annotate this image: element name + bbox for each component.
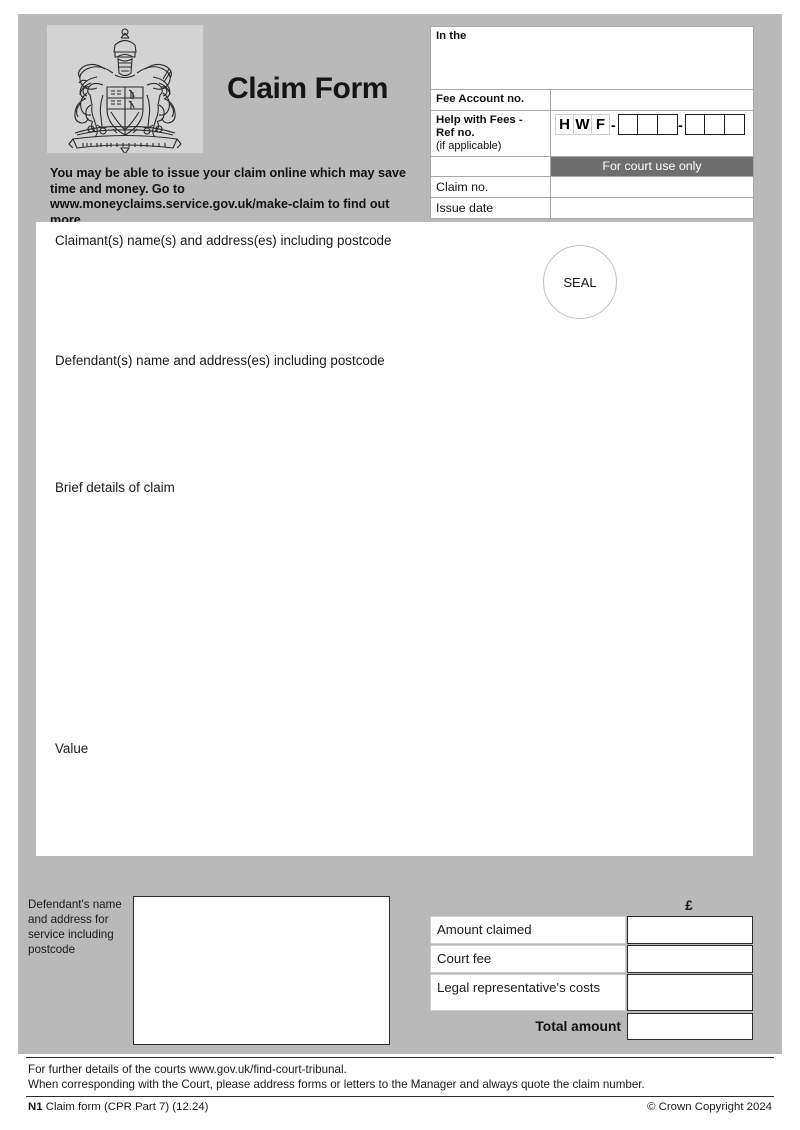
hwf-group-2 [684, 114, 745, 135]
hwf-applicable-note: (if applicable) [436, 140, 502, 152]
legal-costs-row: Legal representative's costs [430, 974, 753, 1011]
help-with-fees-row: Help with Fees - Ref no. (if applicable)… [430, 110, 754, 157]
court-fee-row: Court fee [430, 945, 753, 973]
court-use-row: For court use only [430, 156, 754, 177]
issue-date-label-cell: Issue date [430, 197, 551, 219]
claim-no-value-cell[interactable] [550, 176, 754, 198]
hwf-input-2-2[interactable] [704, 114, 726, 135]
footer-divider-top [26, 1057, 774, 1058]
brief-details-label: Brief details of claim [55, 480, 175, 495]
hwf-letter-h: H [555, 114, 574, 135]
issue-date-value-cell[interactable] [550, 197, 754, 219]
hwf-letter-w: W [573, 114, 592, 135]
fee-account-label-cell: Fee Account no. [430, 89, 551, 111]
issue-date-label: Issue date [436, 201, 494, 215]
help-with-fees-label-cell: Help with Fees - Ref no. (if applicable) [430, 110, 551, 157]
copyright-notice: © Crown Copyright 2024 [647, 1101, 772, 1113]
issue-date-value [551, 198, 753, 218]
total-amount-row: Total amount [430, 1013, 753, 1040]
fee-account-value-cell[interactable] [550, 89, 754, 111]
court-details-table: In the Fee Account no. Help with Fees - … [430, 26, 754, 219]
for-court-use-only-banner: For court use only [551, 157, 753, 176]
claim-no-row: Claim no. [430, 176, 754, 198]
footer-guidance: For further details of the courts www.go… [28, 1062, 645, 1092]
hwf-dash-2: - [678, 116, 683, 133]
court-seal-placeholder: SEAL [543, 245, 617, 319]
claimant-details-label: Claimant(s) name(s) and address(es) incl… [55, 233, 392, 248]
amount-claimed-label: Amount claimed [430, 916, 626, 944]
footer-divider-bottom [26, 1096, 774, 1097]
legal-costs-label: Legal representative's costs [430, 974, 626, 1011]
fee-account-value [551, 90, 753, 110]
defendant-service-address-input[interactable] [133, 896, 390, 1045]
hwf-input-2-3[interactable] [723, 114, 745, 135]
total-amount-label: Total amount [535, 1019, 621, 1034]
court-use-blank-cell [430, 156, 551, 177]
issue-date-row: Issue date [430, 197, 754, 219]
page-title: Claim Form [227, 72, 389, 105]
hwf-input-1-1[interactable] [617, 114, 639, 135]
claim-no-label-cell: Claim no. [430, 176, 551, 198]
claim-no-value [551, 177, 753, 197]
defendant-service-address-label: Defendant's name and address for service… [28, 898, 122, 956]
footer-line-1: For further details of the courts www.go… [28, 1063, 347, 1076]
in-the-label: In the [436, 30, 467, 42]
form-description: Claim form (CPR Part 7) (12.24) [45, 1101, 209, 1113]
form-code: N1 [28, 1101, 43, 1113]
hwf-reference-boxes: H W F - - [551, 111, 753, 138]
defendant-details-label: Defendant(s) name and address(es) includ… [55, 353, 385, 368]
court-fee-input[interactable] [627, 945, 753, 973]
fee-account-row: Fee Account no. [430, 89, 754, 111]
amount-claimed-input[interactable] [627, 916, 753, 944]
amount-claimed-row: Amount claimed [430, 916, 753, 944]
hwf-letter-f: F [591, 114, 610, 135]
total-amount-input[interactable] [627, 1013, 753, 1040]
main-form-panel: Claimant(s) name(s) and address(es) incl… [36, 222, 753, 856]
amounts-table: Amount claimed Court fee Legal represent… [430, 916, 753, 1040]
in-the-cell[interactable]: In the [430, 26, 754, 90]
court-use-banner-cell: For court use only [550, 156, 754, 177]
claim-form-page: Claim Form You may be able to issue your… [0, 0, 800, 1130]
value-label: Value [55, 741, 89, 756]
hwf-dash-1: - [611, 116, 616, 133]
hwf-label-line2: Ref no. [436, 127, 475, 139]
royal-coat-of-arms-icon [47, 25, 203, 153]
form-reference: N1 Claim form (CPR Part 7) (12.24) [28, 1101, 208, 1113]
in-the-row: In the [430, 26, 754, 90]
hwf-input-1-3[interactable] [656, 114, 678, 135]
hwf-group-1 [617, 114, 678, 135]
hwf-input-1-2[interactable] [637, 114, 659, 135]
fee-account-label: Fee Account no. [436, 93, 525, 105]
online-claim-notice: You may be able to issue your claim onli… [50, 166, 407, 227]
legal-costs-input[interactable] [627, 974, 753, 1011]
hwf-reference-cell[interactable]: H W F - - [550, 110, 754, 157]
footer-line-2: When corresponding with the Court, pleas… [28, 1078, 645, 1091]
court-fee-label: Court fee [430, 945, 626, 973]
currency-symbol: £ [685, 898, 693, 913]
hwf-label-line1: Help with Fees - [436, 114, 523, 126]
hwf-input-2-1[interactable] [684, 114, 706, 135]
claim-no-label: Claim no. [436, 180, 489, 194]
